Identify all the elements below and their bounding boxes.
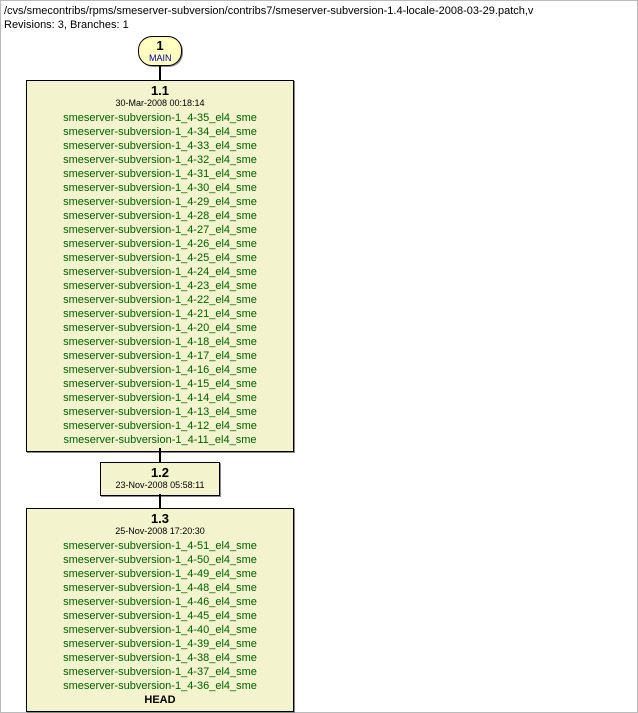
tag-item: smeserver-subversion-1_4-15_el4_sme: [33, 377, 287, 391]
tag-item: smeserver-subversion-1_4-48_el4_sme: [33, 581, 287, 595]
branch-number: 1: [149, 39, 171, 53]
revision-number: 1.1: [33, 83, 287, 98]
branch-node: 1 MAIN: [138, 36, 182, 66]
tag-item: smeserver-subversion-1_4-50_el4_sme: [33, 553, 287, 567]
tag-item: smeserver-subversion-1_4-35_el4_sme: [33, 111, 287, 125]
tag-item: smeserver-subversion-1_4-45_el4_sme: [33, 609, 287, 623]
connector-line: [159, 494, 161, 508]
tag-item: smeserver-subversion-1_4-28_el4_sme: [33, 209, 287, 223]
revision-node-1-3: 1.3 25-Nov-2008 17:20:30 smeserver-subve…: [26, 508, 294, 712]
head-label: HEAD: [33, 693, 287, 707]
tag-item: smeserver-subversion-1_4-14_el4_sme: [33, 391, 287, 405]
revision-node-1-2: 1.2 23-Nov-2008 05:58:11: [100, 462, 220, 496]
connector-line: [159, 66, 161, 80]
tag-item: smeserver-subversion-1_4-32_el4_sme: [33, 153, 287, 167]
tag-item: smeserver-subversion-1_4-22_el4_sme: [33, 293, 287, 307]
tag-item: smeserver-subversion-1_4-38_el4_sme: [33, 651, 287, 665]
tag-item: smeserver-subversion-1_4-31_el4_sme: [33, 167, 287, 181]
tag-list: smeserver-subversion-1_4-51_el4_sme smes…: [33, 539, 287, 693]
revisions-meta: Revisions: 3, Branches: 1: [4, 18, 533, 32]
branch-name: MAIN: [149, 53, 171, 63]
diagram-canvas: /cvs/smecontribs/rpms/smeserver-subversi…: [0, 0, 638, 713]
tag-item: smeserver-subversion-1_4-27_el4_sme: [33, 223, 287, 237]
tag-item: smeserver-subversion-1_4-33_el4_sme: [33, 139, 287, 153]
tag-item: smeserver-subversion-1_4-39_el4_sme: [33, 637, 287, 651]
revision-date: 23-Nov-2008 05:58:11: [107, 480, 213, 491]
file-path: /cvs/smecontribs/rpms/smeserver-subversi…: [4, 4, 533, 18]
connector-line: [159, 448, 161, 462]
tag-item: smeserver-subversion-1_4-29_el4_sme: [33, 195, 287, 209]
revision-number: 1.3: [33, 511, 287, 526]
tag-item: smeserver-subversion-1_4-18_el4_sme: [33, 335, 287, 349]
tag-item: smeserver-subversion-1_4-40_el4_sme: [33, 623, 287, 637]
revision-number: 1.2: [107, 465, 213, 480]
tag-item: smeserver-subversion-1_4-21_el4_sme: [33, 307, 287, 321]
tag-item: smeserver-subversion-1_4-37_el4_sme: [33, 665, 287, 679]
revision-node-1-1: 1.1 30-Mar-2008 00:18:14 smeserver-subve…: [26, 80, 294, 452]
revision-date: 25-Nov-2008 17:20:30: [33, 526, 287, 537]
tag-item: smeserver-subversion-1_4-13_el4_sme: [33, 405, 287, 419]
tag-item: smeserver-subversion-1_4-25_el4_sme: [33, 251, 287, 265]
tag-item: smeserver-subversion-1_4-51_el4_sme: [33, 539, 287, 553]
tag-item: smeserver-subversion-1_4-46_el4_sme: [33, 595, 287, 609]
tag-item: smeserver-subversion-1_4-24_el4_sme: [33, 265, 287, 279]
header-block: /cvs/smecontribs/rpms/smeserver-subversi…: [4, 4, 533, 32]
tag-item: smeserver-subversion-1_4-23_el4_sme: [33, 279, 287, 293]
tag-list: smeserver-subversion-1_4-35_el4_sme smes…: [33, 111, 287, 447]
tag-item: smeserver-subversion-1_4-30_el4_sme: [33, 181, 287, 195]
tag-item: smeserver-subversion-1_4-36_el4_sme: [33, 679, 287, 693]
tag-item: smeserver-subversion-1_4-16_el4_sme: [33, 363, 287, 377]
tag-item: smeserver-subversion-1_4-20_el4_sme: [33, 321, 287, 335]
tag-item: smeserver-subversion-1_4-17_el4_sme: [33, 349, 287, 363]
tag-item: smeserver-subversion-1_4-12_el4_sme: [33, 419, 287, 433]
tag-item: smeserver-subversion-1_4-11_el4_sme: [33, 433, 287, 447]
revision-date: 30-Mar-2008 00:18:14: [33, 98, 287, 109]
tag-item: smeserver-subversion-1_4-34_el4_sme: [33, 125, 287, 139]
tag-item: smeserver-subversion-1_4-26_el4_sme: [33, 237, 287, 251]
tag-item: smeserver-subversion-1_4-49_el4_sme: [33, 567, 287, 581]
